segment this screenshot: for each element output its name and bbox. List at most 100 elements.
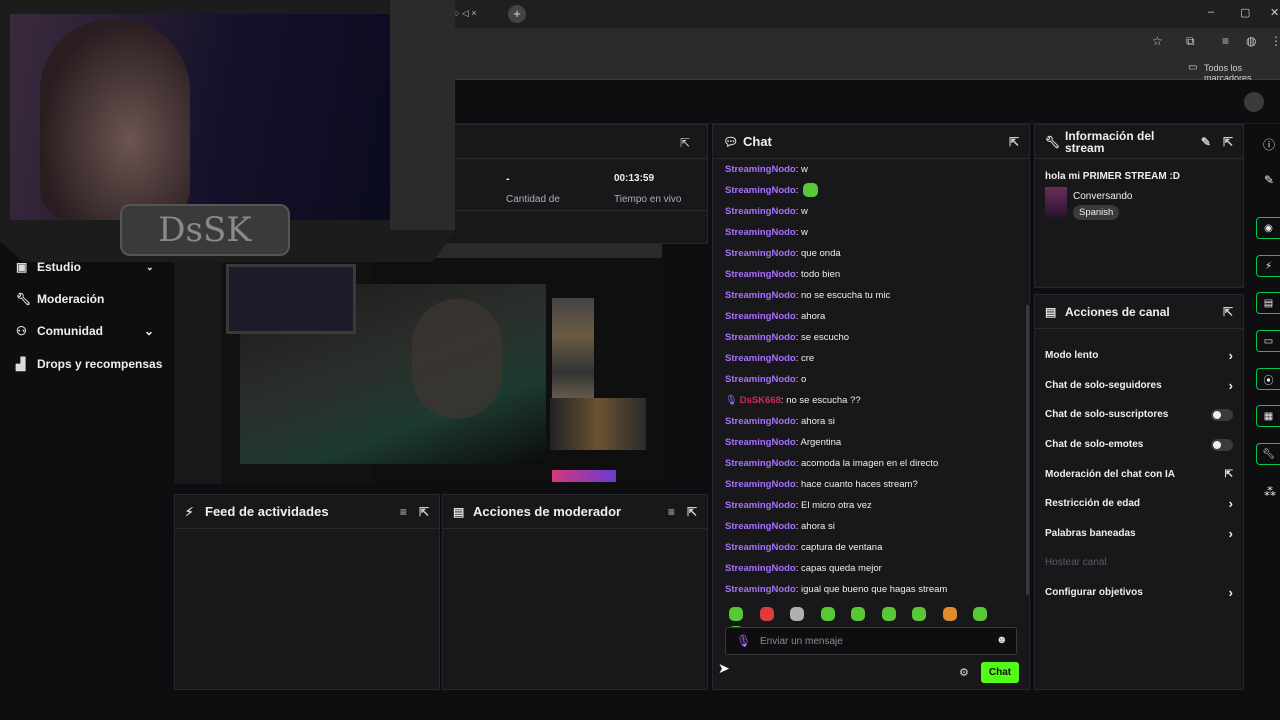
quick-emote-icon[interactable] — [820, 607, 835, 621]
quick-emote-icon[interactable] — [790, 607, 804, 621]
studio-icon: ▣ — [16, 260, 28, 274]
chat-message: StreamingNodo: ahora — [725, 311, 826, 322]
edit-pencil-icon[interactable]: ✎ — [1201, 135, 1211, 149]
add-widget-icon[interactable]: ⁂ — [1264, 485, 1276, 499]
action-configure-goals[interactable]: Configurar objetivos › — [1035, 578, 1243, 608]
quick-emote-icon[interactable] — [729, 607, 743, 621]
nav-item-community[interactable]: ⚇ Comunidad ⌄ — [16, 324, 158, 338]
live-time-label: Tiempo en vivo — [614, 194, 682, 205]
chat-message: StreamingNodo: Argentina — [725, 437, 842, 448]
tab-status-icon: ○ ◁ × — [454, 8, 477, 18]
emoji-icon[interactable]: ☻ — [996, 634, 1008, 646]
log-icon: ▤ — [1263, 297, 1274, 309]
chat-message: StreamingNodo: hace cuanto haces stream? — [725, 479, 918, 490]
stream-info-header: 🔧︎ Información del stream ✎ ⇱ — [1035, 125, 1243, 159]
minimize-icon[interactable]: – — [1208, 6, 1214, 18]
filter-icon[interactable]: ≡ — [400, 505, 407, 519]
chat-message: StreamingNodo: — [725, 180, 1023, 201]
wrench-icon: 🔧︎ — [1262, 448, 1275, 460]
chat-input-box[interactable]: 🎙︎ Enviar un mensaje ☻ — [725, 627, 1017, 655]
broadcaster-mic-icon: 🎙︎ — [725, 395, 738, 406]
action-slow-mode[interactable]: Modo lento › — [1035, 341, 1243, 371]
rail-chat-button[interactable]: ▭ — [1256, 330, 1280, 352]
chevron-down-icon: ⌄ — [146, 261, 154, 272]
media-icon[interactable]: ≡ — [1222, 34, 1229, 48]
emote-quick-bar — [729, 607, 1025, 640]
emotes-only-toggle[interactable] — [1211, 438, 1233, 451]
bolt-icon: ⚡︎ — [1264, 260, 1273, 272]
chat-settings-gear-icon[interactable]: ⚙ — [959, 666, 969, 679]
channel-actions-list: Modo lento › Chat de solo-seguidores › Cha… — [1035, 341, 1243, 607]
webcam-logo-plate: DsSK — [120, 204, 290, 256]
popout-icon[interactable]: ⇱ — [1223, 135, 1233, 149]
profile-icon[interactable]: ◍ — [1246, 34, 1256, 48]
webcam-overlay: DsSK — [0, 0, 455, 262]
action-age-restriction[interactable]: Restricción de edad › — [1035, 489, 1243, 519]
new-tab-button[interactable]: + — [508, 5, 526, 23]
quick-emote-icon[interactable] — [851, 607, 865, 621]
chat-message: StreamingNodo: El micro otra vez — [725, 500, 872, 511]
rail-wrench-button[interactable]: 🔧︎ — [1256, 443, 1280, 465]
filter-icon[interactable]: ≡ — [668, 505, 675, 519]
chat-bubble-icon: 💬︎ — [723, 134, 739, 149]
chat-message: 🎙︎ DsSK668: no se escucha ?? — [725, 395, 861, 406]
close-icon[interactable]: ✕ — [1270, 6, 1279, 19]
category-thumbnail — [1045, 187, 1067, 217]
channel-actions-title: Acciones de canal — [1065, 304, 1170, 319]
chevron-down-icon: ⌄ — [144, 324, 155, 338]
rail-channel-button[interactable]: ▦ — [1256, 405, 1280, 427]
bookmark-star-icon[interactable]: ☆ — [1152, 34, 1163, 48]
stream-preview[interactable] — [222, 244, 662, 484]
quick-emote-icon[interactable] — [912, 607, 926, 621]
quick-emote-icon[interactable] — [759, 607, 774, 621]
popout-icon[interactable]: ⇱ — [680, 136, 690, 150]
channel-icon: ▤ — [1045, 304, 1057, 319]
chat-scrollbar[interactable] — [1026, 305, 1029, 595]
maximize-icon[interactable]: ▢ — [1240, 6, 1250, 19]
rail-camera-button[interactable]: ◉ — [1256, 217, 1280, 239]
popout-icon[interactable]: ⇱ — [1009, 135, 1019, 149]
nav-item-studio[interactable]: ▣ Estudio ⌄ — [16, 260, 156, 274]
action-emotes-only[interactable]: Chat de solo-emotes — [1035, 430, 1243, 460]
action-host-channel: Hostear canal — [1045, 557, 1107, 569]
info-icon[interactable]: ⓘ — [1263, 136, 1275, 153]
mod-actions-header: ▤ Acciones de moderador ≡ ⇱ — [443, 495, 707, 529]
rail-bolt-button[interactable]: ⚡︎ — [1256, 255, 1280, 277]
popout-icon[interactable]: ⇱ — [1223, 305, 1233, 319]
rail-log-button[interactable]: ▤ — [1256, 292, 1280, 314]
popout-icon[interactable]: ⇱ — [687, 505, 697, 519]
chat-panel: 💬︎ Chat ⇱ StreamingNodo: w StreamingNodo… — [712, 124, 1030, 690]
popout-icon[interactable]: ⇱ — [419, 505, 429, 519]
subscribers-only-toggle[interactable] — [1211, 408, 1233, 421]
user-avatar[interactable] — [1244, 92, 1264, 112]
chat-message: StreamingNodo: w — [725, 164, 808, 175]
chat-message-list[interactable]: StreamingNodo: w StreamingNodo: Streamin… — [725, 159, 1023, 599]
action-ai-moderation[interactable]: Moderación del chat con IA ⇱ — [1035, 459, 1243, 489]
action-banned-words[interactable]: Palabras baneadas › — [1035, 519, 1243, 549]
chat-message: StreamingNodo: captura de ventana — [725, 542, 883, 553]
mouse-cursor-icon: ➤ — [718, 660, 730, 676]
browser-menu-icon[interactable]: ⋮ — [1270, 34, 1280, 48]
quick-emote-icon[interactable] — [881, 607, 896, 621]
quick-emote-icon[interactable] — [942, 607, 957, 621]
stream-title-text: hola mi PRIMER STREAM :D — [1045, 171, 1181, 182]
nav-item-drops[interactable]: ▟ Drops y recompensas — [16, 357, 166, 371]
folder-icon: ▭ — [1188, 62, 1198, 73]
quick-emote-icon[interactable] — [973, 607, 987, 621]
drops-icon: ▟ — [16, 357, 26, 371]
mic-icon: 🎙︎ — [736, 634, 752, 648]
edit-pencil-icon[interactable]: ✎ — [1264, 173, 1274, 187]
stats-row: - Cantidad de 00:13:59 Tiempo en vivo — [440, 161, 708, 211]
webcam-logo-text: DsSK — [158, 210, 252, 250]
nav-item-moderation[interactable]: 🔧︎ Moderación — [16, 292, 156, 306]
chat-bubble-icon: ▭ — [1263, 335, 1274, 347]
extensions-icon[interactable]: ⧉ — [1186, 34, 1195, 49]
action-subscribers-only[interactable]: Chat de solo-suscriptores — [1035, 400, 1243, 430]
chat-message: StreamingNodo: w — [725, 227, 808, 238]
rail-broadcast-button[interactable]: ⦿ — [1256, 368, 1280, 390]
action-followers-only[interactable]: Chat de solo-seguidores › — [1035, 371, 1243, 401]
chat-send-button[interactable]: Chat — [981, 662, 1019, 683]
preview-person-blur — [412, 299, 502, 419]
camera-icon: ◉ — [1264, 222, 1273, 234]
log-icon: ▤ — [453, 504, 465, 519]
